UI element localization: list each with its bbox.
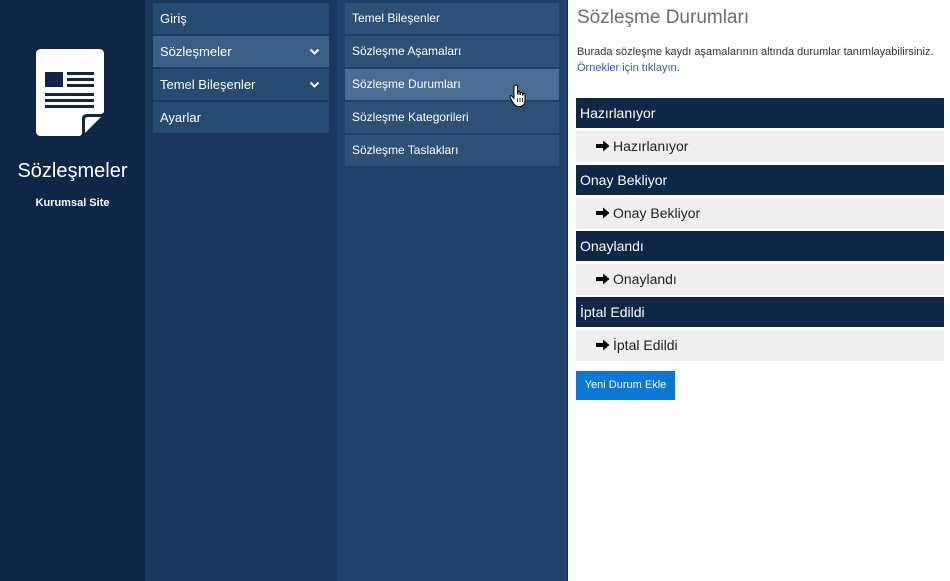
arrow-right-icon (596, 207, 610, 219)
nav-item-label: Sözleşmeler (160, 44, 232, 59)
nav-item-label: Giriş (160, 11, 187, 26)
status-group-header: Onaylandı (576, 231, 944, 261)
examples-link[interactable]: Örnekler için tıklayın. (577, 62, 680, 74)
status-item-label: İptal Edildi (613, 337, 678, 353)
brand-panel: Sözleşmeler Kurumsal Site (0, 0, 145, 581)
status-item-label: Onay Bekliyor (613, 205, 701, 221)
status-group-header: İptal Edildi (576, 297, 944, 327)
status-item[interactable]: Onay Bekliyor (576, 198, 944, 229)
status-item-label: Onaylandı (613, 271, 677, 287)
subnav-item-sozlesme-asamalari[interactable]: Sözleşme Aşamaları (345, 36, 559, 67)
add-status-button[interactable]: Yeni Durum Ekle (576, 371, 675, 400)
nav-item-label: Ayarlar (160, 110, 201, 125)
status-item[interactable]: Onaylandı (576, 264, 944, 295)
subnav-item-label: Sözleşme Taslakları (352, 143, 459, 157)
app-subtitle: Kurumsal Site (35, 197, 110, 209)
nav-item-sozlesmeler[interactable]: Sözleşmeler (153, 36, 329, 67)
status-item-label: Hazırlanıyor (613, 138, 689, 154)
examples-link-text[interactable]: Örnekler için tıklayın (577, 62, 677, 74)
status-item[interactable]: İptal Edildi (576, 330, 944, 361)
nav-item-label: Temel Bileşenler (160, 77, 256, 92)
hand-cursor-icon (509, 84, 526, 107)
chevron-down-icon (309, 48, 320, 55)
main-content: Sözleşme Durumları Burada sözleşme kaydı… (567, 0, 950, 581)
primary-nav: Giriş Sözleşmeler Temel Bileşenler Ayarl… (145, 0, 337, 581)
arrow-right-icon (596, 140, 610, 152)
subnav-item-label: Sözleşme Durumları (352, 77, 461, 91)
status-item[interactable]: Hazırlanıyor (576, 131, 944, 162)
page-title: Sözleşme Durumları (577, 7, 750, 28)
status-group-header: Onay Bekliyor (576, 165, 944, 195)
arrow-right-icon (596, 273, 610, 285)
nav-item-ayarlar[interactable]: Ayarlar (153, 102, 329, 133)
arrow-right-icon (596, 339, 610, 351)
subnav-item-sozlesme-taslaklari[interactable]: Sözleşme Taslakları (345, 135, 559, 166)
subnav-item-label: Sözleşme Kategorileri (352, 110, 469, 124)
subnav-item-temel-bilesenler[interactable]: Temel Bileşenler (345, 3, 559, 34)
subnav-item-label: Sözleşme Aşamaları (352, 44, 462, 58)
document-icon (36, 49, 104, 136)
nav-item-temel-bilesenler[interactable]: Temel Bileşenler (153, 69, 329, 100)
chevron-down-icon (309, 81, 320, 88)
nav-item-giris[interactable]: Giriş (153, 3, 329, 34)
examples-link-suffix: . (676, 62, 680, 74)
subnav-item-label: Temel Bileşenler (352, 11, 441, 25)
status-group-header: Hazırlanıyor (576, 98, 944, 128)
app-title: Sözleşmeler (17, 160, 128, 182)
page-description: Burada sözleşme kaydı aşamalarının altın… (577, 46, 934, 58)
secondary-nav: Temel Bileşenler Sözleşme Aşamaları Sözl… (337, 0, 567, 581)
